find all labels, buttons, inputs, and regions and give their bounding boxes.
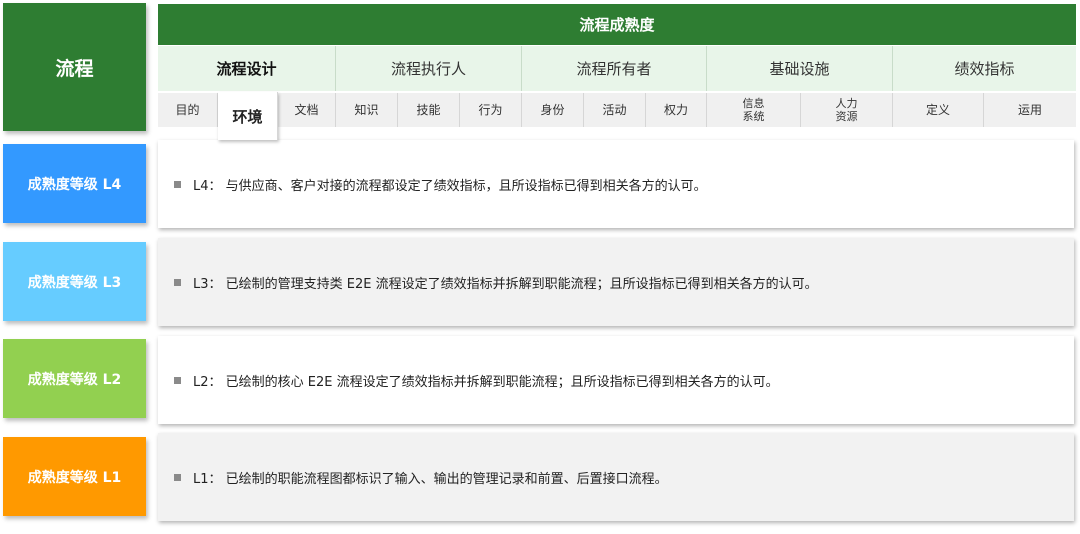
category-process-executor: 流程执行人 [336,46,522,91]
subitem-definition: 定义 [893,93,984,127]
bullet-icon [174,180,181,188]
subitem-document: 文档 [278,93,336,127]
subitem-behavior: 行为 [460,93,522,127]
bullet-icon [174,278,181,286]
subitem-activity: 活动 [584,93,646,127]
subitem-human-resources: 人力 资源 [801,93,893,127]
level-l2-label: 成熟度等级 L2 [3,339,146,418]
level-l1-text: L1： 已绘制的职能流程图都标识了输入、输出的管理记录和前置、后置接口流程。 [193,471,668,487]
subitem-application: 运用 [984,93,1076,127]
level-l1-label: 成熟度等级 L1 [3,437,146,516]
level-l2-description: L2： 已绘制的核心 E2E 流程设定了绩效指标并拆解到职能流程；且所设指标已得… [158,336,1074,424]
subitem-skill: 技能 [398,93,460,127]
subitem-environment-highlighted: 环境 [218,92,278,140]
category-process-design: 流程设计 [158,46,336,91]
bullet-icon [174,376,181,384]
subitem-knowledge: 知识 [336,93,398,127]
category-process-owner: 流程所有者 [522,46,707,91]
level-l2-text: L2： 已绘制的核心 E2E 流程设定了绩效指标并拆解到职能流程；且所设指标已得… [193,374,779,390]
subitem-purpose: 目的 [158,93,218,127]
level-l4-text: L4： 与供应商、客户对接的流程都设定了绩效指标，且所设指标已得到相关各方的认可… [193,178,707,194]
subitem-identity: 身份 [522,93,584,127]
level-l3-text: L3： 已绘制的管理支持类 E2E 流程设定了绩效指标并拆解到职能流程；且所设指… [193,276,818,292]
level-l1-description: L1： 已绘制的职能流程图都标识了输入、输出的管理记录和前置、后置接口流程。 [158,433,1074,521]
level-l3-label: 成熟度等级 L3 [3,242,146,321]
level-l4-description: L4： 与供应商、客户对接的流程都设定了绩效指标，且所设指标已得到相关各方的认可… [158,140,1074,228]
process-maturity-header: 流程成熟度 [158,4,1076,45]
level-l4-label: 成熟度等级 L4 [3,144,146,223]
level-l3-description: L3： 已绘制的管理支持类 E2E 流程设定了绩效指标并拆解到职能流程；且所设指… [158,238,1074,326]
subitem-authority: 权力 [646,93,707,127]
category-performance-metrics: 绩效指标 [893,46,1076,91]
category-infrastructure: 基础设施 [707,46,893,91]
subitem-information-system: 信息 系统 [707,93,801,127]
bullet-icon [174,473,181,481]
process-title: 流程 [3,3,146,131]
